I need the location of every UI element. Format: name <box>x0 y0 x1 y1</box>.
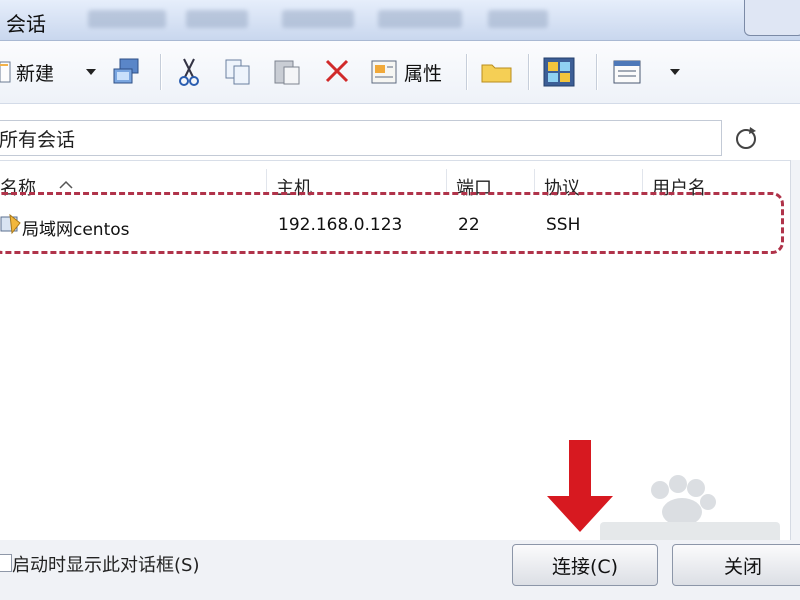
toolbar-separator <box>596 54 598 90</box>
startup-checkbox-label[interactable]: 启动时显示此对话框(S) <box>12 551 199 577</box>
startup-checkbox[interactable] <box>0 554 12 572</box>
column-header-protocol[interactable]: 协议 <box>544 174 580 200</box>
session-protocol: SSH <box>546 215 581 235</box>
session-name: 局域网centos <box>22 220 130 240</box>
down-arrow-annotation <box>547 440 613 532</box>
session-icon <box>0 213 22 239</box>
column-header-username[interactable]: 用户名 <box>652 174 706 200</box>
delete-icon <box>324 58 350 86</box>
folder-path-text: 所有会话 <box>0 129 76 151</box>
toolbar: 新建 属性 <box>0 41 800 104</box>
table-row[interactable]: 局域网centos 192.168.0.123 22 SSH <box>0 205 790 243</box>
list-header: 名称 主机 端口 协议 用户名 <box>0 161 790 200</box>
toolbar-separator <box>466 54 468 90</box>
paste-button[interactable] <box>272 55 304 89</box>
close-button[interactable]: 关闭 <box>672 544 800 586</box>
app-button[interactable] <box>542 55 576 89</box>
refresh-button[interactable] <box>730 122 764 154</box>
column-divider[interactable] <box>642 169 643 195</box>
cut-icon <box>176 57 202 87</box>
connect-icon-button[interactable] <box>112 55 144 89</box>
folder-path-field[interactable]: 所有会话 <box>0 120 722 156</box>
paste-icon <box>272 57 304 87</box>
dropdown-arrow-icon <box>84 67 98 77</box>
view-icon <box>612 58 644 86</box>
copy-icon <box>222 57 254 87</box>
column-header-host[interactable]: 主机 <box>276 174 312 200</box>
blurred-tab <box>186 10 248 28</box>
connect-icon <box>112 57 144 87</box>
blurred-tab <box>282 10 354 28</box>
connect-button[interactable]: 连接(C) <box>512 544 658 586</box>
column-divider[interactable] <box>266 169 267 195</box>
session-host: 192.168.0.123 <box>278 215 403 235</box>
blurred-tab <box>88 10 166 28</box>
title-bar: 会话 <box>0 0 800 41</box>
new-session-button[interactable]: 新建 <box>0 55 54 89</box>
refresh-icon <box>730 127 764 158</box>
toolbar-separator <box>528 54 530 90</box>
copy-button[interactable] <box>222 55 254 89</box>
connect-button-label: 连接(C) <box>551 555 619 578</box>
dropdown-arrow-icon <box>668 67 682 77</box>
window-title: 会话 <box>6 12 46 36</box>
new-session-label: 新建 <box>16 62 55 85</box>
blurred-tab <box>378 10 462 28</box>
properties-button[interactable]: 属性 <box>370 55 442 89</box>
new-session-icon <box>0 58 12 86</box>
session-port: 22 <box>458 215 480 235</box>
column-divider[interactable] <box>446 169 447 195</box>
close-button-label: 关闭 <box>723 555 762 578</box>
dialog-footer: 启动时显示此对话框(S) 连接(C) 关闭 <box>0 540 800 600</box>
window-close-button[interactable] <box>744 0 800 36</box>
folder-icon <box>480 58 514 86</box>
list-scrollbar[interactable] <box>790 160 800 540</box>
properties-label: 属性 <box>404 62 443 85</box>
column-header-name[interactable]: 名称 <box>0 174 36 200</box>
view-dropdown[interactable] <box>668 55 682 89</box>
view-button[interactable] <box>612 55 644 89</box>
sort-ascending-icon <box>58 175 74 194</box>
column-divider[interactable] <box>534 169 535 195</box>
new-session-dropdown[interactable] <box>84 55 98 89</box>
blurred-tab <box>488 10 548 28</box>
cut-button[interactable] <box>176 55 202 89</box>
app-icon <box>542 56 576 88</box>
toolbar-separator <box>160 54 162 90</box>
delete-button[interactable] <box>324 55 350 89</box>
properties-icon <box>370 58 400 86</box>
folder-button[interactable] <box>480 55 514 89</box>
column-header-port[interactable]: 端口 <box>456 174 492 200</box>
